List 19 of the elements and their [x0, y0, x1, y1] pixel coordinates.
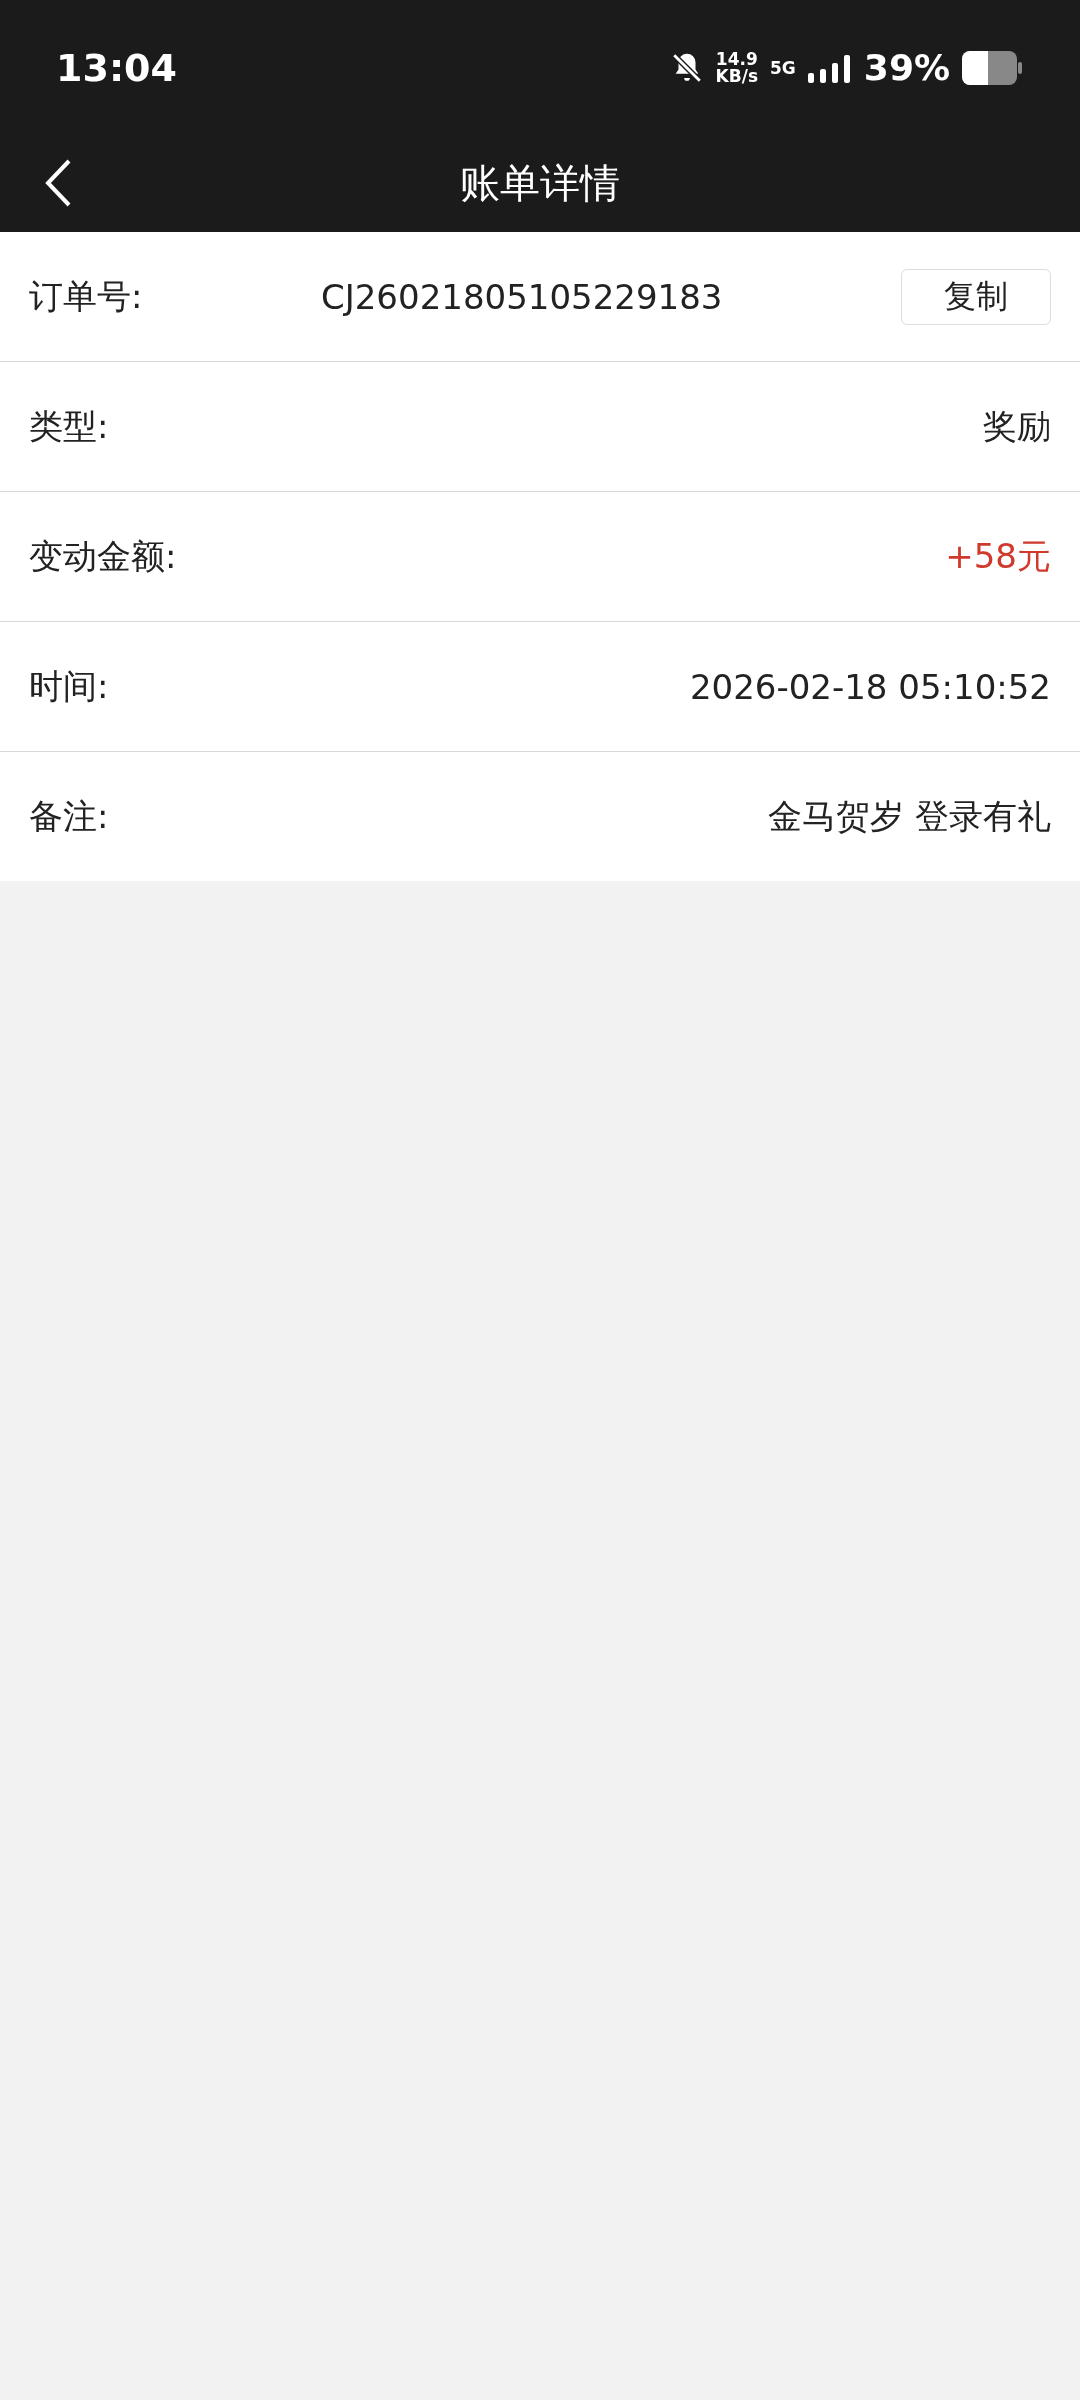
network-speed: 14.9: [715, 50, 758, 68]
field-value: 金马贺岁 登录有礼: [768, 794, 1051, 838]
network-type: 5G: [770, 57, 796, 78]
page-title: 账单详情: [460, 159, 620, 208]
battery-icon: [962, 50, 1022, 85]
field-label: 订单号:: [29, 274, 143, 318]
field-value: 奖励: [983, 404, 1051, 448]
field-value: +58元: [945, 534, 1051, 578]
field-label: 备注:: [29, 794, 109, 838]
copy-button[interactable]: 复制: [901, 268, 1051, 325]
field-value: CJ26021805105229183: [319, 276, 724, 317]
field-label: 类型:: [29, 404, 109, 448]
field-label: 变动金额:: [29, 534, 177, 578]
battery-percent: 39%: [863, 47, 950, 88]
field-label: 时间:: [29, 664, 109, 708]
field-value: 2026-02-18 05:10:52: [689, 666, 1051, 707]
speed-unit: KB/s: [715, 67, 759, 85]
clock: 13:04: [56, 45, 177, 90]
signal-icon: [807, 52, 852, 83]
